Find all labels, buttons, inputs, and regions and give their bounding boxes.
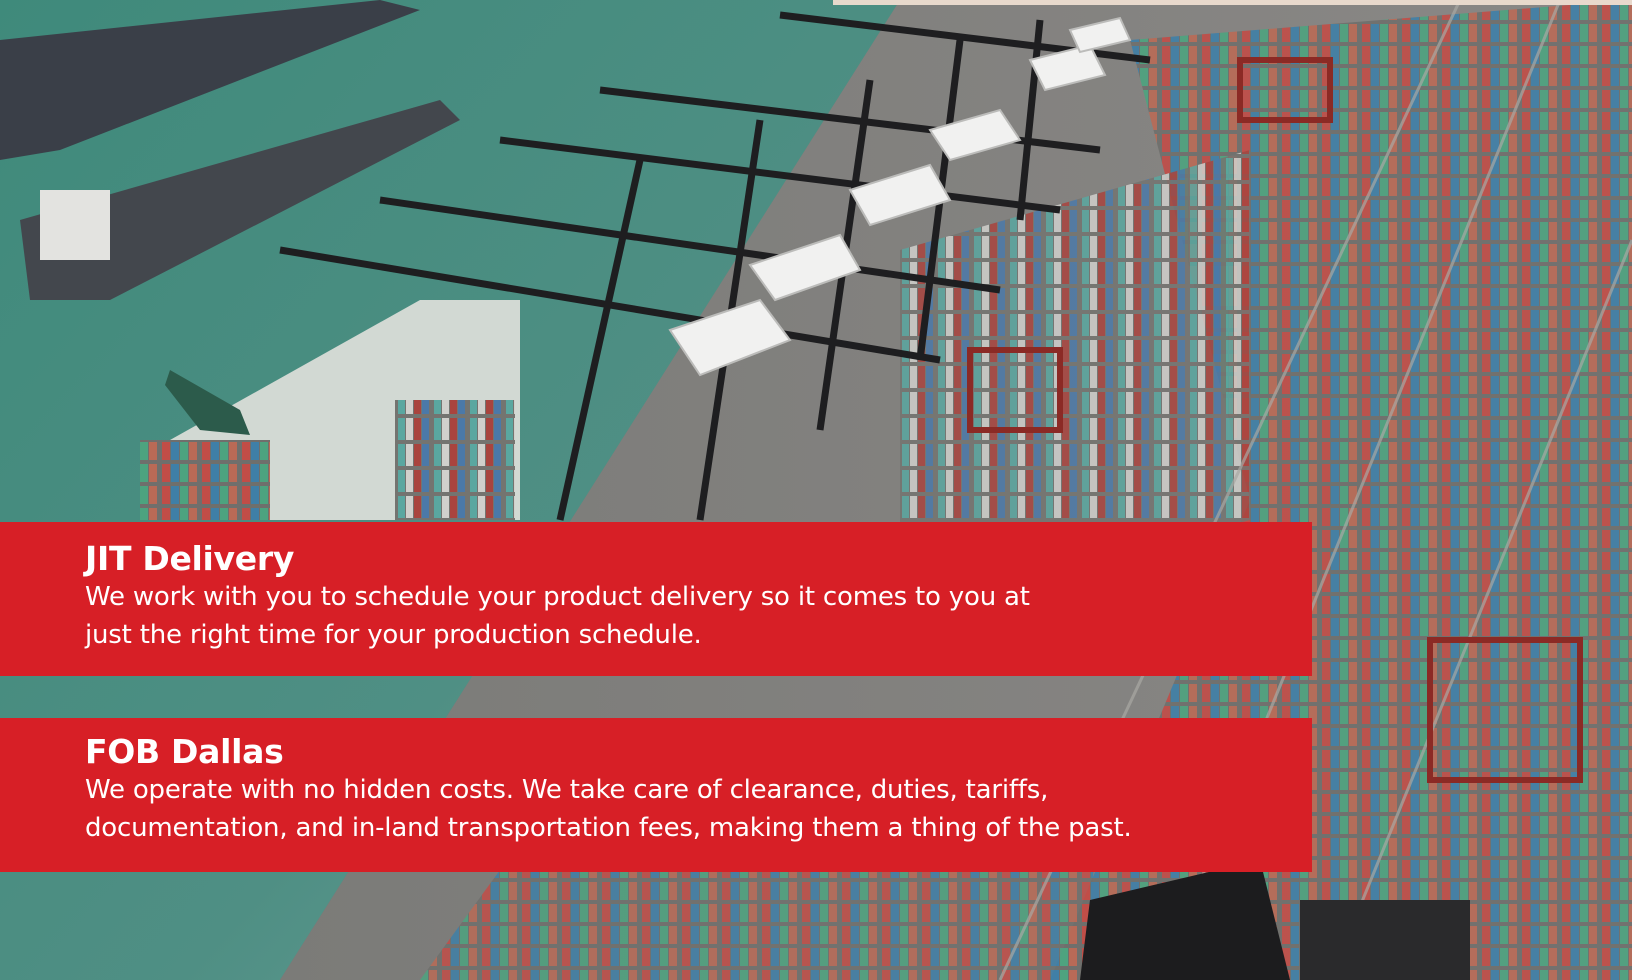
feature-description-line: just the right time for your production … bbox=[85, 620, 702, 650]
feature-card-fob-dallas: FOB Dallas We operate with no hidden cos… bbox=[0, 718, 1312, 872]
top-accent-strip bbox=[833, 0, 1632, 5]
feature-description: We work with you to schedule your produc… bbox=[85, 578, 1312, 654]
feature-description: We operate with no hidden costs. We take… bbox=[85, 771, 1312, 847]
feature-card-jit-delivery: JIT Delivery We work with you to schedul… bbox=[0, 522, 1312, 676]
feature-title: JIT Delivery bbox=[85, 539, 295, 578]
feature-description-line: We work with you to schedule your produc… bbox=[85, 582, 1030, 612]
feature-title: FOB Dallas bbox=[85, 732, 284, 771]
feature-description-line: documentation, and in-land transportatio… bbox=[85, 813, 1132, 843]
feature-description-line: We operate with no hidden costs. We take… bbox=[85, 775, 1049, 805]
hero-section: JIT Delivery We work with you to schedul… bbox=[0, 0, 1632, 980]
